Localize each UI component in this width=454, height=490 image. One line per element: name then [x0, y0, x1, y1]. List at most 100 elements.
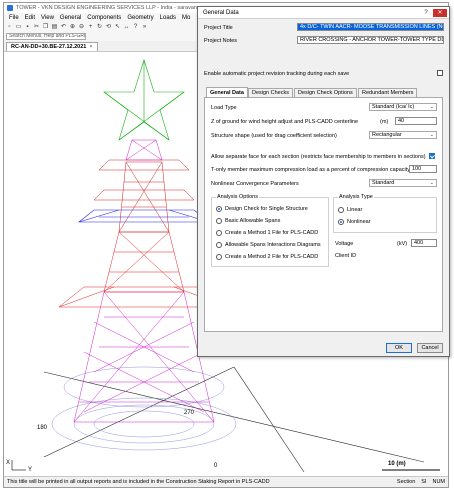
- close-icon[interactable]: ✕: [433, 8, 447, 17]
- option-method2-label: Create a Method 2 File for PLS-CADD: [225, 254, 319, 260]
- menu-general[interactable]: General: [57, 15, 84, 21]
- voltage-unit: (kV): [397, 241, 408, 247]
- revision-tracking-checkbox[interactable]: [437, 70, 443, 76]
- paste-icon[interactable]: ▤: [51, 24, 58, 31]
- structure-shape-value: Rectangular: [372, 132, 402, 138]
- select-icon[interactable]: ↖: [114, 24, 121, 31]
- ok-button[interactable]: OK: [386, 343, 412, 353]
- base-ring-inner: [93, 410, 195, 438]
- upper-body-outline: [118, 161, 170, 233]
- tonly-field[interactable]: 100: [409, 165, 437, 173]
- option-method1-radio[interactable]: [216, 230, 222, 236]
- option-design-check-radio[interactable]: [216, 206, 222, 212]
- project-title-field[interactable]: 4x D/C- TWIN AACR- MOOSE TRANSMISSION LI…: [297, 23, 444, 31]
- general-data-panel: Load Type Standard (Ica/ Ic) ⌄ Z of grou…: [204, 97, 443, 332]
- search-input[interactable]: Search Menus, Help and PLS-GRID: [6, 33, 86, 40]
- dialog-body: Project Title 4x D/C- TWIN AACR- MOOSE T…: [198, 19, 449, 356]
- analysis-linear-radio[interactable]: [338, 207, 344, 213]
- cancel-button[interactable]: Cancel: [417, 343, 443, 353]
- option-interaction-label: Allowable Spans Interactions Diagrams: [225, 242, 321, 248]
- status-num: NUM: [432, 479, 445, 485]
- pan-icon[interactable]: +: [87, 24, 94, 31]
- menu-loads[interactable]: Loads: [157, 15, 179, 21]
- axis-line-2: [43, 371, 425, 463]
- analysis-type-group: Analysis Type Linear Nonlinear: [333, 194, 437, 233]
- new-icon[interactable]: ▫: [6, 24, 13, 31]
- structure-shape-label: Structure shape (used for drag coefficie…: [211, 133, 337, 139]
- top-crossarm: [98, 159, 190, 171]
- base-ring-outer: [51, 397, 237, 451]
- axis-label-0: 0: [214, 463, 218, 469]
- app-title: TOWER - VKN DESIGN ENGINEERING SERVICES …: [16, 5, 204, 11]
- cut-icon[interactable]: ✂: [33, 24, 40, 31]
- blue-crossarm-bracing: [78, 209, 210, 223]
- tab-redundant-members[interactable]: Redundant Members: [358, 88, 418, 97]
- help-icon[interactable]: ?: [132, 24, 139, 31]
- undo-icon[interactable]: ↶: [60, 24, 67, 31]
- tab-design-checks[interactable]: Design Checks: [248, 88, 293, 97]
- project-notes-field[interactable]: RIVER CROSSING - ANCHOR TOWER-TOWER TYPE…: [297, 36, 444, 44]
- project-notes-label: Project Notes: [204, 38, 238, 44]
- save-icon[interactable]: ▪: [24, 24, 31, 31]
- project-title-label: Project Title: [204, 25, 233, 31]
- copy-icon[interactable]: ❐: [42, 24, 49, 31]
- z-height-label: Z of ground for wind height adjust and P…: [211, 119, 359, 125]
- load-type-value: Standard (Ica/ Ic): [372, 104, 415, 110]
- revision-tracking-label: Enable automatic project revision tracki…: [204, 71, 350, 77]
- z-height-field[interactable]: 40: [395, 117, 437, 125]
- base-ring-upper: [63, 366, 225, 408]
- menu-components[interactable]: Components: [84, 15, 124, 21]
- nonlinear-value: Standard: [372, 180, 395, 186]
- neck-outline: [125, 139, 163, 161]
- nonlinear-label: Nonlinear Convergence Parameters: [211, 181, 299, 187]
- xy-triad-icon: [11, 460, 26, 471]
- voltage-label: Voltage: [335, 241, 354, 247]
- option-basic-spans-radio[interactable]: [216, 218, 222, 224]
- help-icon[interactable]: ?: [421, 9, 431, 17]
- close-tab-icon[interactable]: ×: [89, 44, 92, 50]
- neck-bracing: [125, 139, 163, 161]
- separate-face-label: Allow separate face for each section (re…: [211, 154, 426, 160]
- tower-blue-crossarm: [78, 209, 210, 223]
- dialog-title-bar: General Data ? ✕: [198, 7, 449, 19]
- zoom-out-icon[interactable]: ⊖: [78, 24, 85, 31]
- structure-shape-select[interactable]: Rectangular ⌄: [369, 131, 437, 139]
- status-bar: This title will be printed in all output…: [4, 476, 448, 487]
- measure-icon[interactable]: ↔: [123, 24, 130, 31]
- refresh-icon[interactable]: ↻: [96, 24, 103, 31]
- analysis-nonlinear-radio[interactable]: [338, 219, 344, 225]
- separate-face-checkbox[interactable]: [429, 153, 435, 159]
- menu-file[interactable]: File: [6, 15, 22, 21]
- document-tab[interactable]: RC-AN-DD+30.BE-27.12.2021 ×: [6, 42, 98, 51]
- menu-edit[interactable]: Edit: [22, 15, 38, 21]
- tower-neck: [125, 139, 163, 161]
- chevron-icon[interactable]: »: [141, 24, 148, 31]
- voltage-field[interactable]: 400: [411, 239, 437, 247]
- option-interaction-radio[interactable]: [216, 242, 222, 248]
- tab-design-check-options[interactable]: Design Check Options: [294, 88, 357, 97]
- tower-upper-body: [93, 159, 195, 233]
- load-type-select[interactable]: Standard (Ica/ Ic) ⌄: [369, 103, 437, 111]
- mid-body-bracing: [103, 231, 185, 293]
- analysis-options-title: Analysis Options: [216, 194, 259, 200]
- axis-y-label: Y: [28, 467, 32, 473]
- menu-more[interactable]: Mo: [179, 15, 193, 21]
- status-units: SI: [421, 479, 427, 485]
- tab-general-data[interactable]: General Data: [206, 87, 248, 97]
- option-method2-radio[interactable]: [216, 254, 222, 260]
- open-icon[interactable]: ▭: [15, 24, 22, 31]
- option-method1-label: Create a Method 1 File for PLS-CADD: [225, 230, 319, 236]
- analysis-options-group: Analysis Options Design Check for Single…: [211, 194, 329, 267]
- menu-geometry[interactable]: Geometry: [124, 15, 156, 21]
- axis-label-270: 270: [184, 410, 195, 416]
- rotate-icon[interactable]: ⟲: [105, 24, 112, 31]
- option-design-check-label: Design Check for Single Structure: [225, 206, 308, 212]
- nonlinear-select[interactable]: Standard ⌄: [369, 179, 437, 187]
- client-id-label: Client ID: [335, 253, 357, 259]
- dialog-title: General Data: [203, 9, 239, 16]
- zoom-in-icon[interactable]: ⊕: [69, 24, 76, 31]
- menu-view[interactable]: View: [38, 15, 57, 21]
- axis-x-label: X: [6, 460, 10, 466]
- analysis-nonlinear-label: Nonlinear: [347, 219, 371, 225]
- scale-bar-label: 10 (m): [388, 461, 406, 467]
